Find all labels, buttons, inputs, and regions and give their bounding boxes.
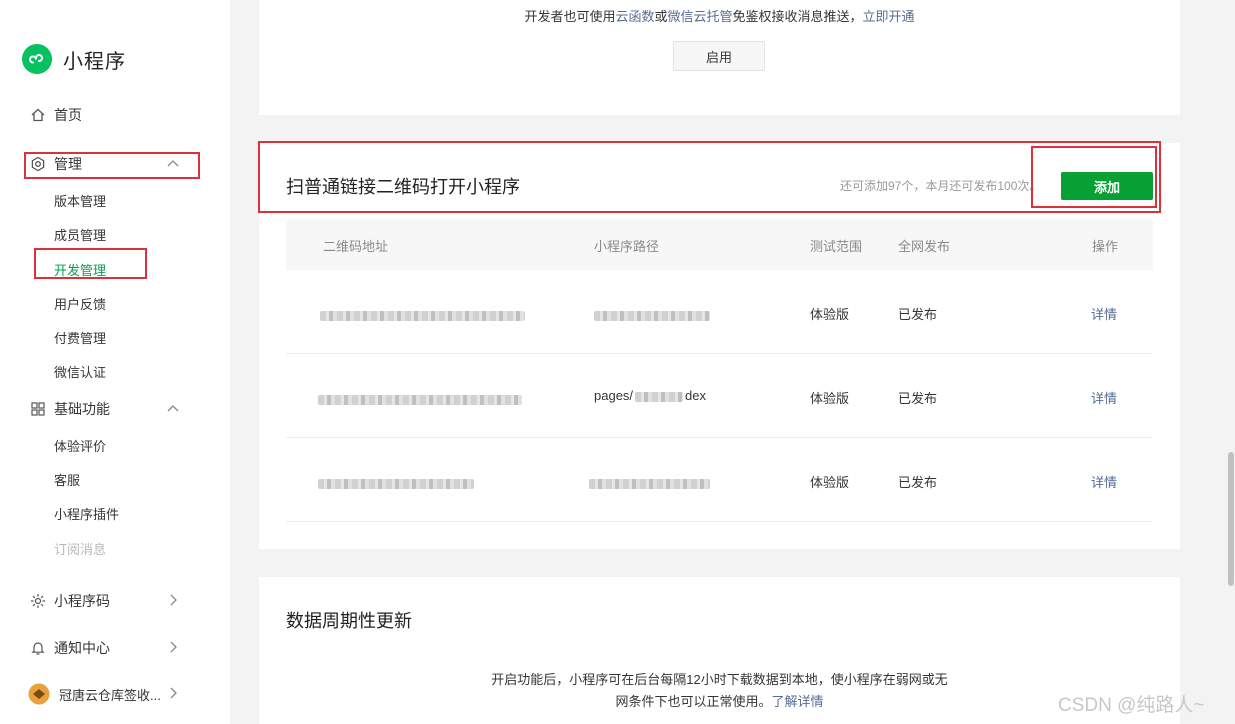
enable-now-link[interactable]: 立即开通 (863, 9, 915, 24)
chevron-right-icon[interactable] (166, 640, 180, 654)
table-header: 二维码地址 小程序路径 测试范围 全网发布 操作 (286, 220, 1153, 270)
col-publish: 全网发布 (898, 239, 951, 254)
path-redacted (594, 307, 710, 322)
chevron-right-icon[interactable] (166, 686, 180, 700)
highlight-box-add (1031, 146, 1157, 208)
account-name: 冠唐云仓库签收... (59, 687, 161, 703)
sidebar-item-feedback[interactable]: 用户反馈 (54, 294, 106, 313)
sidebar-item-version[interactable]: 版本管理 (54, 191, 106, 210)
publish-status: 已发布 (898, 307, 938, 322)
table-row: 体验版 已发布 详情 (286, 270, 1153, 354)
account-switcher[interactable]: 冠唐云仓库签收... (28, 683, 161, 705)
col-qr-url: 二维码地址 (323, 239, 389, 254)
sidebar: 小程序 首页 管理 版本管理 成员管理 开发管理 用户反馈 付费管理 微信认证 … (0, 0, 230, 724)
sidebar-item-label: 首页 (54, 107, 82, 123)
scrollbar[interactable] (1228, 452, 1234, 586)
publish-status: 已发布 (898, 391, 938, 406)
cloud-function-link[interactable]: 云函数 (615, 9, 654, 24)
detail-link[interactable]: 详情 (1091, 304, 1117, 323)
range-value: 体验版 (810, 391, 850, 406)
detail-link[interactable]: 详情 (1091, 388, 1117, 407)
qr-url-redacted (320, 307, 525, 322)
sidebar-item-label: 通知中心 (54, 640, 110, 656)
miniprogram-logo-icon (22, 44, 52, 74)
message-push-card: 开发者也可使用云函数或微信云托管免鉴权接收消息推送，立即开通 启用 (259, 0, 1180, 115)
qr-url-redacted (318, 475, 474, 490)
path-partial: pages/dex (594, 388, 707, 403)
sidebar-item-label: 小程序码 (54, 593, 110, 609)
publish-status: 已发布 (898, 475, 938, 490)
learn-more-link[interactable]: 了解详情 (772, 694, 824, 709)
col-range: 测试范围 (810, 239, 863, 254)
sidebar-item-payment[interactable]: 付费管理 (54, 328, 106, 347)
sidebar-item-home[interactable]: 首页 (30, 105, 82, 125)
path-redacted (589, 475, 710, 490)
highlight-box-manage (24, 152, 200, 179)
watermark: CSDN @纯路人~ (1058, 695, 1205, 716)
enable-button[interactable]: 启用 (673, 41, 765, 71)
highlight-box-development (34, 248, 147, 279)
account-avatar-icon (28, 683, 50, 705)
sidebar-item-plugin[interactable]: 小程序插件 (54, 504, 119, 523)
sidebar-item-notify[interactable]: 通知中心 (30, 638, 110, 658)
section-title: 数据周期性更新 (286, 611, 412, 631)
table-row: pages/dex 体验版 已发布 详情 (286, 354, 1153, 438)
sidebar-item-members[interactable]: 成员管理 (54, 225, 106, 244)
sidebar-item-review[interactable]: 体验评价 (54, 436, 106, 455)
col-action: 操作 (1092, 239, 1119, 254)
sidebar-item-basic[interactable]: 基础功能 (30, 399, 110, 419)
chevron-right-icon[interactable] (166, 593, 180, 607)
col-path: 小程序路径 (594, 239, 660, 254)
grid-icon (30, 401, 46, 417)
detail-link[interactable]: 详情 (1091, 472, 1117, 491)
home-icon (30, 107, 46, 123)
periodic-update-card: 数据周期性更新 开启功能后，小程序可在后台每隔12小时下载数据到本地，使小程序在… (259, 577, 1180, 724)
range-value: 体验版 (810, 475, 850, 490)
sun-icon (30, 593, 46, 609)
sidebar-item-subscription[interactable]: 订阅消息 (54, 539, 106, 558)
highlight-box-title (258, 141, 1161, 213)
sidebar-item-label: 基础功能 (54, 401, 110, 417)
periodic-update-desc: 开启功能后，小程序可在后台每隔12小时下载数据到本地，使小程序在弱网或无 网条件… (491, 672, 948, 709)
brand[interactable]: 小程序 (22, 44, 126, 74)
push-notice: 开发者也可使用云函数或微信云托管免鉴权接收消息推送，立即开通 (524, 9, 915, 24)
brand-title: 小程序 (63, 50, 126, 73)
bell-icon (30, 640, 46, 656)
sidebar-item-service[interactable]: 客服 (54, 470, 80, 489)
range-value: 体验版 (810, 307, 850, 322)
cloud-hosting-link[interactable]: 微信云托管 (668, 9, 733, 24)
sidebar-item-verify[interactable]: 微信认证 (54, 362, 106, 381)
chevron-up-icon[interactable] (166, 401, 180, 415)
qr-url-redacted (318, 391, 522, 406)
table-row: 体验版 已发布 详情 (286, 438, 1153, 522)
sidebar-item-qrcode[interactable]: 小程序码 (30, 591, 110, 611)
